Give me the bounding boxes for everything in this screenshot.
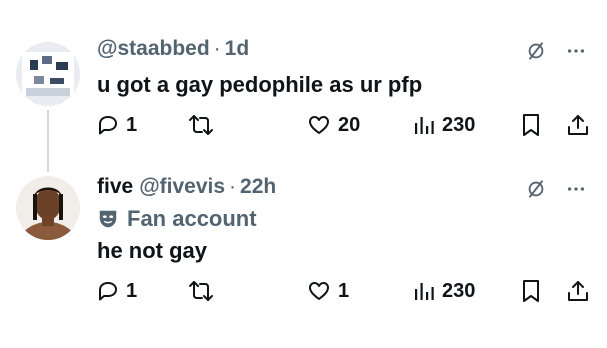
share-button[interactable] (566, 274, 590, 308)
avatar[interactable] (16, 176, 80, 240)
heart-icon (309, 282, 329, 300)
reply-button[interactable]: 1 (96, 274, 137, 308)
bookmark-button[interactable] (520, 108, 542, 142)
avatar[interactable] (16, 42, 80, 106)
more-icon[interactable] (565, 178, 587, 200)
retweet-button[interactable] (188, 274, 214, 308)
fan-account-text: Fan account (127, 206, 257, 231)
separator-dot: · (213, 37, 221, 60)
retweet-button[interactable] (188, 108, 214, 142)
like-count: 1 (338, 279, 350, 302)
reply-count: 1 (126, 279, 138, 302)
reply-icon (99, 116, 117, 135)
user-handle[interactable]: @fivevis (139, 175, 225, 199)
tweet-header: @staabbed · 1d (97, 34, 249, 64)
bookmark-icon (523, 280, 539, 302)
action-bar: 1 20 230 (92, 108, 592, 142)
action-bar: 1 1 230 (92, 274, 592, 308)
views-button[interactable]: 230 (412, 108, 475, 142)
separator-dot: · (229, 175, 237, 198)
like-count: 20 (338, 113, 361, 136)
like-button[interactable]: 1 (306, 274, 349, 308)
reply-icon (99, 282, 117, 301)
heart-icon (309, 116, 329, 134)
reply-count: 1 (126, 113, 138, 136)
tweet-header: five @fivevis · 22h (97, 172, 276, 202)
views-icon (415, 283, 434, 300)
fan-account-label[interactable]: Fan account (97, 206, 257, 232)
tweet-top-icons (525, 178, 587, 200)
views-icon (415, 117, 434, 134)
display-name[interactable]: five (97, 175, 133, 199)
retweet-icon (189, 115, 213, 135)
like-button[interactable]: 20 (306, 108, 360, 142)
tweet-text: he not gay (97, 238, 208, 263)
tweet-top-icons (525, 40, 587, 62)
grok-icon[interactable] (525, 40, 547, 62)
view-count: 230 (442, 279, 476, 302)
mask-icon (99, 210, 117, 228)
retweet-icon (189, 281, 213, 301)
user-handle[interactable]: @staabbed (97, 37, 210, 61)
share-icon (568, 281, 588, 301)
timestamp[interactable]: 22h (240, 175, 276, 199)
share-button[interactable] (566, 108, 590, 142)
more-icon[interactable] (565, 40, 587, 62)
grok-icon[interactable] (525, 178, 547, 200)
thread-connector-line (47, 110, 49, 172)
tweet-text: u got a gay pedophile as ur pfp (97, 72, 423, 97)
reply-button[interactable]: 1 (96, 108, 137, 142)
bookmark-button[interactable] (520, 274, 542, 308)
view-count: 230 (442, 113, 476, 136)
share-icon (568, 115, 588, 135)
views-button[interactable]: 230 (412, 274, 475, 308)
bookmark-icon (523, 114, 539, 136)
timestamp[interactable]: 1d (225, 37, 250, 61)
